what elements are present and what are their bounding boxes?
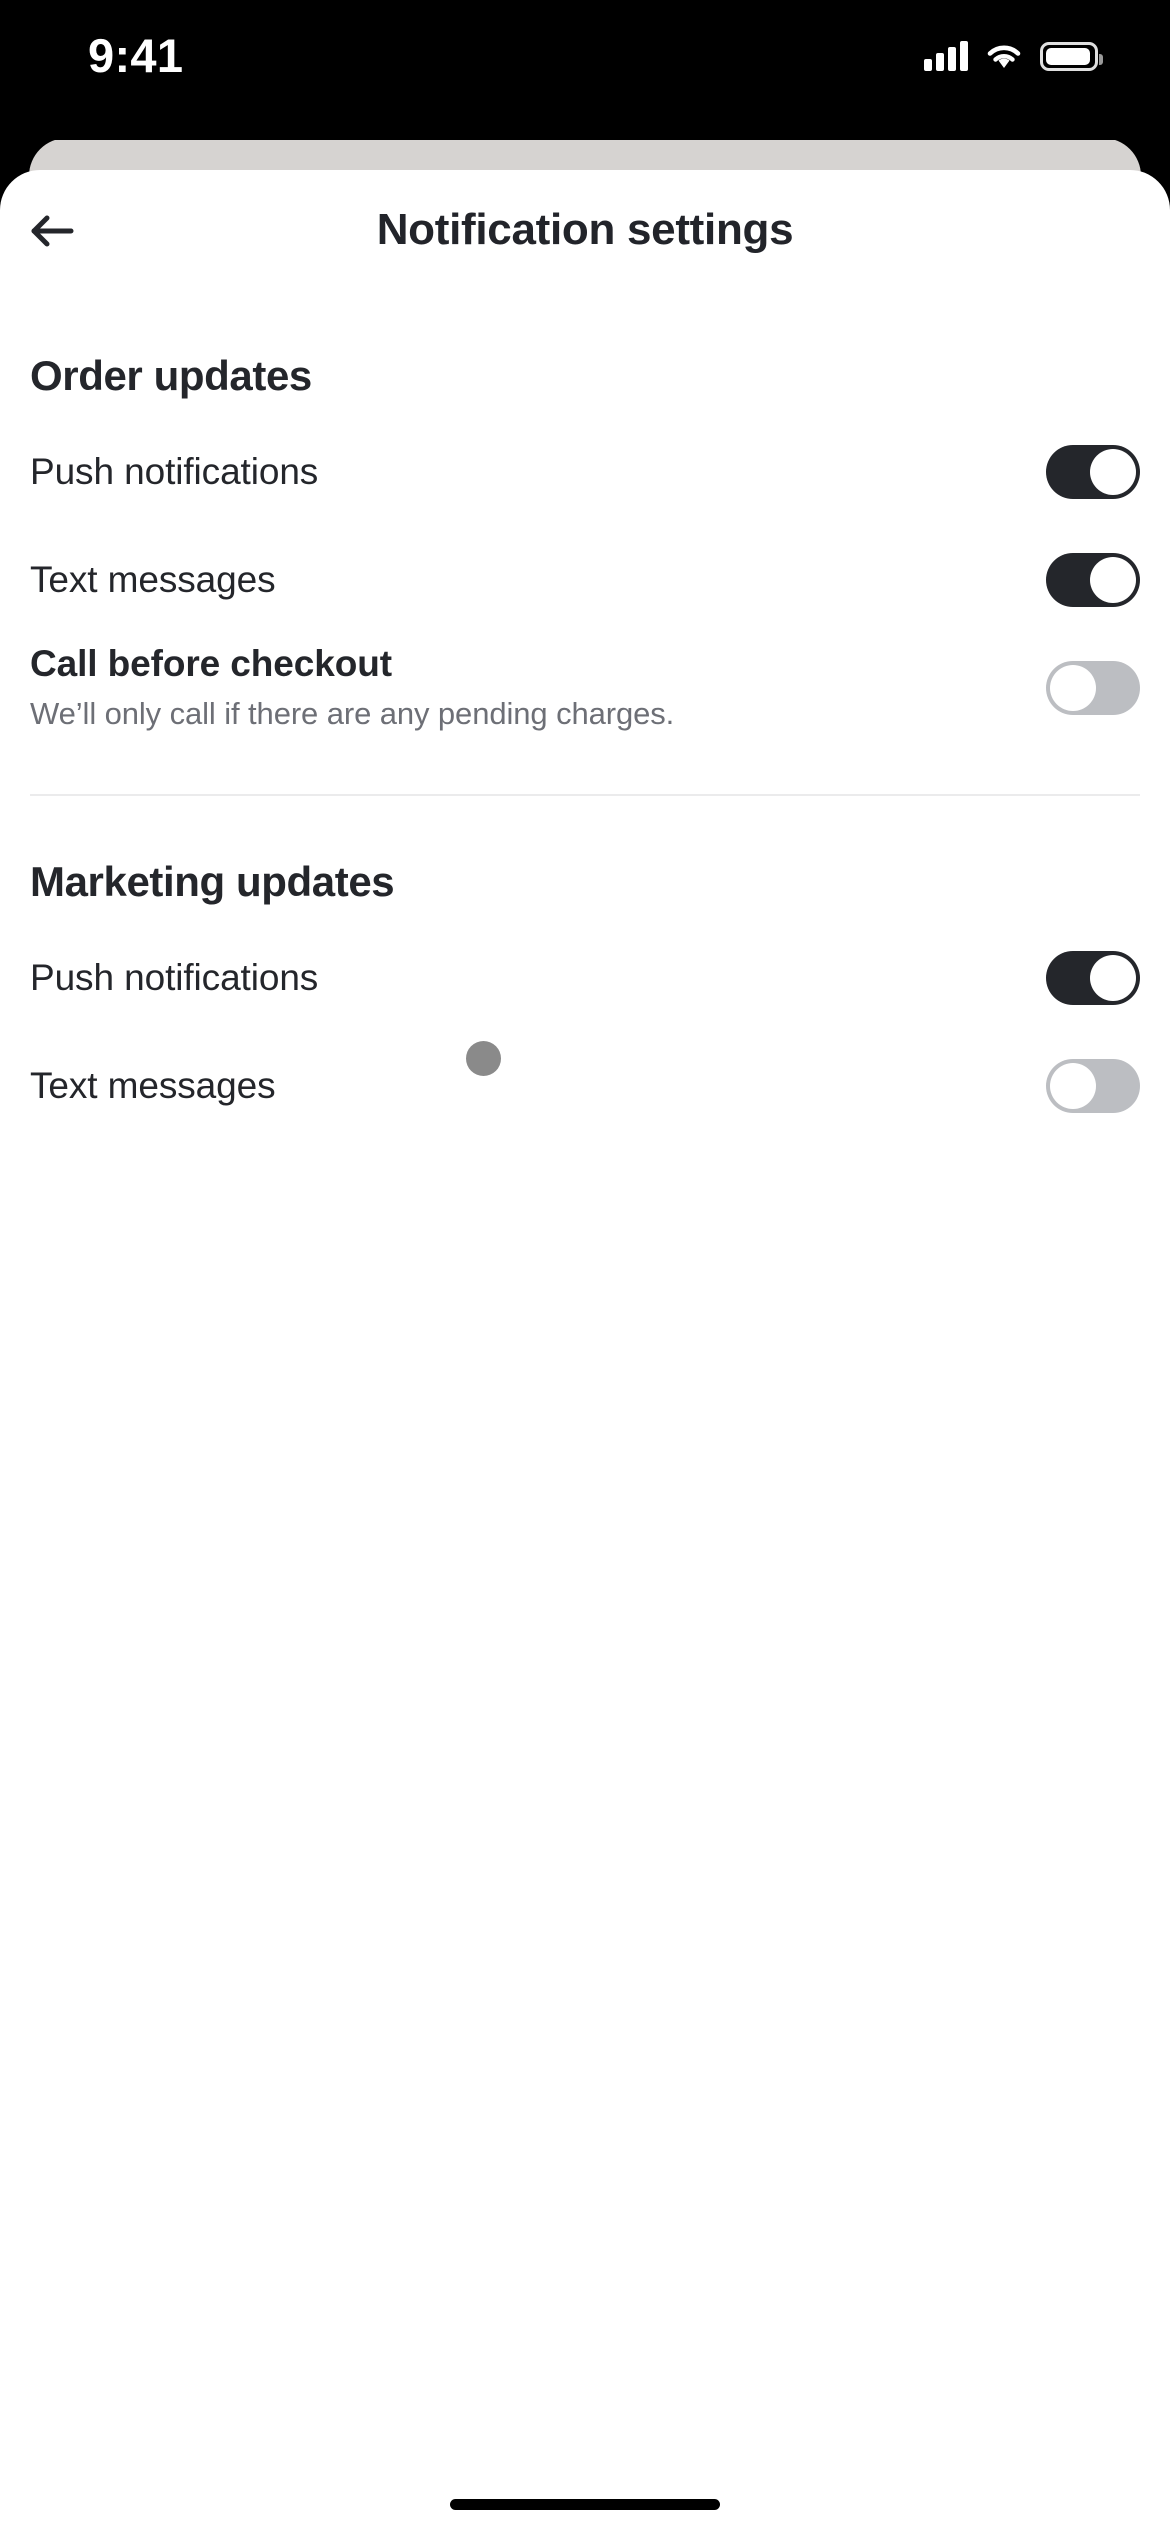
toggle-call-before-checkout[interactable] <box>1046 661 1140 715</box>
setting-row-marketing-text-messages[interactable]: Text messages <box>30 1032 1140 1140</box>
setting-label: Push notifications <box>30 450 319 492</box>
toggle-knob <box>1090 449 1136 495</box>
toggle-order-push-notifications[interactable] <box>1046 445 1140 499</box>
toggle-order-text-messages[interactable] <box>1046 553 1140 607</box>
toggle-marketing-text-messages[interactable] <box>1046 1059 1140 1113</box>
setting-row-call-before-checkout[interactable]: Call before checkout We’ll only call if … <box>30 634 1140 742</box>
section-order-updates: Order updates Push notifications Text me… <box>0 352 1170 796</box>
section-title-marketing-updates: Marketing updates <box>30 858 395 905</box>
row-text: Text messages <box>30 557 1022 603</box>
page-title: Notification settings <box>376 205 794 254</box>
toggle-knob <box>1090 955 1136 1001</box>
setting-label: Text messages <box>30 1064 276 1106</box>
settings-sheet: Notification settings Order updates Push… <box>0 170 1170 2532</box>
setting-row-marketing-push-notifications[interactable]: Push notifications <box>30 924 1140 1032</box>
toggle-marketing-push-notifications[interactable] <box>1046 951 1140 1005</box>
wifi-icon <box>984 41 1024 71</box>
home-indicator[interactable] <box>450 2499 720 2510</box>
row-text: Text messages <box>30 1063 1022 1109</box>
row-text: Push notifications <box>30 449 1022 495</box>
setting-description: We’ll only call if there are any pending… <box>30 696 675 732</box>
setting-row-order-text-messages[interactable]: Text messages <box>30 526 1140 634</box>
setting-label: Text messages <box>30 558 276 600</box>
toggle-knob <box>1050 1063 1096 1109</box>
toggle-knob <box>1050 665 1096 711</box>
section-marketing-updates: Marketing updates Push notifications Tex… <box>0 858 1170 1140</box>
section-divider <box>30 794 1140 796</box>
toggle-knob <box>1090 557 1136 603</box>
status-bar-time: 9:41 <box>88 29 184 82</box>
cellular-signal-icon <box>924 41 968 71</box>
battery-icon <box>1040 41 1103 71</box>
setting-label: Call before checkout <box>30 642 392 684</box>
section-title-order-updates: Order updates <box>30 352 312 399</box>
status-bar-icons <box>924 34 1103 78</box>
navigation-bar: Notification settings <box>0 170 1170 290</box>
setting-row-order-push-notifications[interactable]: Push notifications <box>30 418 1140 526</box>
row-text: Push notifications <box>30 955 1022 1001</box>
setting-label: Push notifications <box>30 956 319 998</box>
touch-cursor-indicator <box>466 1041 501 1076</box>
row-text: Call before checkout We’ll only call if … <box>30 641 1022 735</box>
phone-screen: 9:41 Notification settings Order updates… <box>0 0 1170 2532</box>
status-bar: 9:41 <box>0 0 1170 140</box>
